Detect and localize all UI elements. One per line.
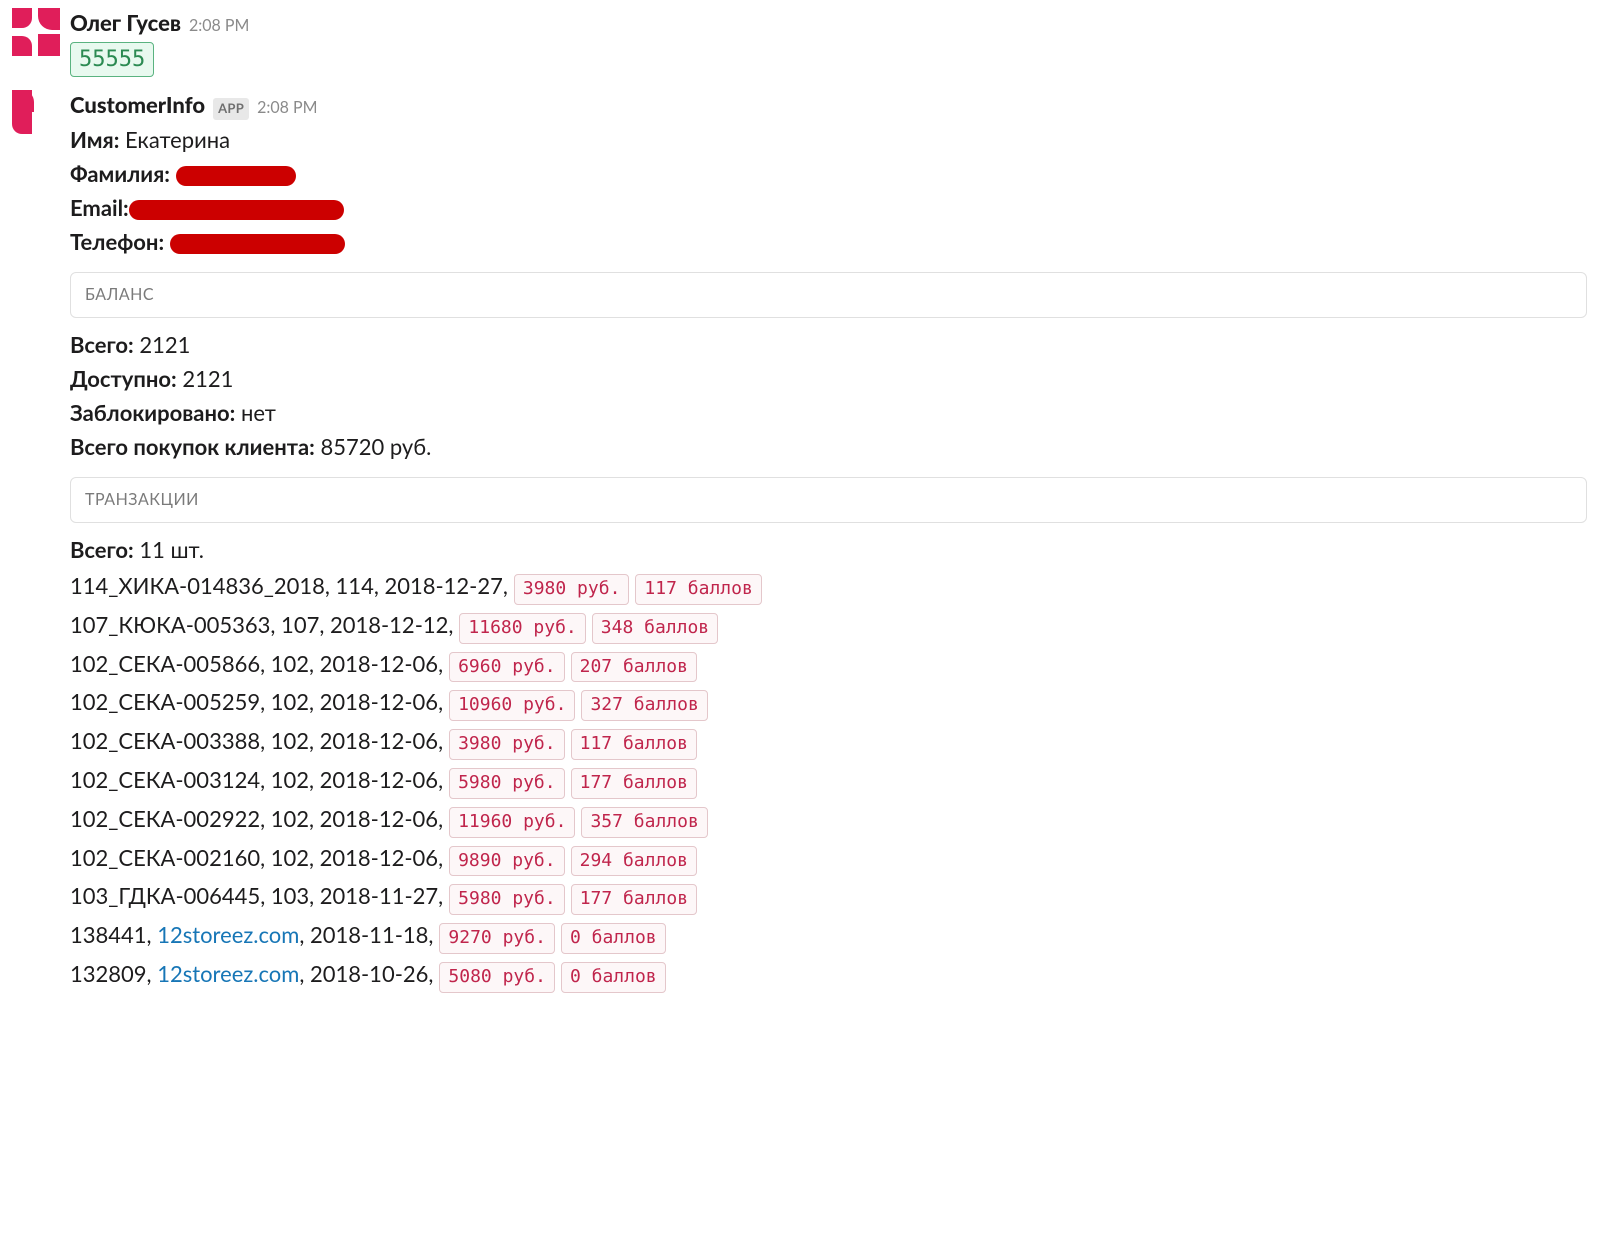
- price-tag: 3980 руб.: [449, 729, 565, 760]
- name-label: Имя:: [70, 126, 119, 153]
- tx-total-label: Всего:: [70, 536, 134, 563]
- avatar-gutter: [12, 6, 70, 78]
- price-tag: 9270 руб.: [439, 923, 555, 954]
- redacted-phone: [170, 234, 345, 254]
- price-tag: 5080 руб.: [439, 962, 555, 993]
- avatar-gutter: [12, 88, 70, 996]
- app-badge: APP: [213, 98, 249, 120]
- points-tag: 117 баллов: [635, 574, 761, 605]
- points-tag: 0 баллов: [561, 923, 666, 954]
- transaction-row: 102_СЕКА-002160, 102, 2018-12-06,9890 ру…: [70, 841, 1587, 877]
- tx-link[interactable]: 12storeez.com: [157, 960, 299, 987]
- transaction-row: 114_ХИКА-014836_2018, 114, 2018-12-27,39…: [70, 569, 1587, 605]
- available-value: 2121: [182, 365, 233, 392]
- name-value: Екатерина: [125, 126, 230, 153]
- blocked-value: нет: [241, 399, 276, 426]
- transaction-row: 103_ГДКА-006445, 103, 2018-11-27,5980 ру…: [70, 879, 1587, 915]
- total-label: Всего:: [70, 331, 134, 358]
- tx-text: 102_СЕКА-002160, 102, 2018-12-06,: [70, 844, 443, 871]
- tx-text: 114_ХИКА-014836_2018, 114, 2018-12-27,: [70, 572, 508, 599]
- transaction-row: 107_КЮКА-005363, 107, 2018-12-12,11680 р…: [70, 608, 1587, 644]
- email-label: Email:: [70, 194, 129, 221]
- tx-text: , 2018-10-26,: [299, 960, 433, 987]
- tx-total-value: 11 шт.: [139, 536, 204, 563]
- price-tag: 3980 руб.: [514, 574, 630, 605]
- transaction-row: 102_СЕКА-003388, 102, 2018-12-06,3980 ру…: [70, 724, 1587, 760]
- avatar[interactable]: [12, 90, 60, 138]
- points-tag: 207 баллов: [571, 652, 697, 683]
- transactions-heading: ТРАНЗАКЦИИ: [70, 477, 1587, 523]
- surname-label: Фамилия:: [70, 160, 170, 187]
- tx-text: 102_СЕКА-005866, 102, 2018-12-06,: [70, 650, 443, 677]
- tx-text: 102_СЕКА-003388, 102, 2018-12-06,: [70, 727, 443, 754]
- redacted-surname: [176, 166, 296, 186]
- tx-link[interactable]: 12storeez.com: [157, 921, 299, 948]
- message: Олег Гусев 2:08 PM 55555: [0, 0, 1599, 82]
- tx-text: 107_КЮКА-005363, 107, 2018-12-12,: [70, 611, 453, 638]
- code-snippet: 55555: [70, 42, 154, 77]
- total-value: 2121: [139, 331, 190, 358]
- points-tag: 327 баллов: [581, 690, 707, 721]
- purchases-value: 85720 руб.: [320, 433, 431, 460]
- tx-text: 132809,: [70, 960, 157, 987]
- points-tag: 0 баллов: [561, 962, 666, 993]
- phone-label: Телефон:: [70, 228, 164, 255]
- points-tag: 294 баллов: [571, 846, 697, 877]
- price-tag: 6960 руб.: [449, 652, 565, 683]
- price-tag: 11680 руб.: [459, 613, 585, 644]
- price-tag: 9890 руб.: [449, 846, 565, 877]
- available-label: Доступно:: [70, 365, 177, 392]
- tx-text: , 2018-11-18,: [299, 921, 433, 948]
- sender-name[interactable]: CustomerInfo: [70, 88, 205, 121]
- timestamp[interactable]: 2:08 PM: [257, 96, 317, 120]
- transaction-row: 138441, 12storeez.com, 2018-11-18,9270 р…: [70, 918, 1587, 954]
- tx-text: 138441,: [70, 921, 157, 948]
- message: CustomerInfo APP 2:08 PM Имя: Екатерина …: [0, 82, 1599, 1000]
- transaction-row: 102_СЕКА-003124, 102, 2018-12-06,5980 ру…: [70, 763, 1587, 799]
- transaction-row: 102_СЕКА-002922, 102, 2018-12-06,11960 р…: [70, 802, 1587, 838]
- sender-name[interactable]: Олег Гусев: [70, 6, 181, 39]
- points-tag: 177 баллов: [571, 884, 697, 915]
- tx-text: 102_СЕКА-003124, 102, 2018-12-06,: [70, 766, 443, 793]
- avatar[interactable]: [12, 8, 60, 56]
- redacted-email: [129, 200, 344, 220]
- blocked-label: Заблокировано:: [70, 399, 235, 426]
- tx-text: 102_СЕКА-005259, 102, 2018-12-06,: [70, 688, 443, 715]
- price-tag: 10960 руб.: [449, 690, 575, 721]
- purchases-label: Всего покупок клиента:: [70, 433, 315, 460]
- transaction-row: 102_СЕКА-005866, 102, 2018-12-06,6960 ру…: [70, 647, 1587, 683]
- points-tag: 357 баллов: [581, 807, 707, 838]
- transaction-row: 102_СЕКА-005259, 102, 2018-12-06,10960 р…: [70, 685, 1587, 721]
- points-tag: 177 баллов: [571, 768, 697, 799]
- timestamp[interactable]: 2:08 PM: [189, 14, 249, 38]
- points-tag: 348 баллов: [592, 613, 718, 644]
- price-tag: 5980 руб.: [449, 884, 565, 915]
- tx-text: 103_ГДКА-006445, 103, 2018-11-27,: [70, 882, 443, 909]
- points-tag: 117 баллов: [571, 729, 697, 760]
- price-tag: 11960 руб.: [449, 807, 575, 838]
- tx-text: 102_СЕКА-002922, 102, 2018-12-06,: [70, 805, 443, 832]
- balance-heading: БАЛАНС: [70, 272, 1587, 318]
- transaction-row: 132809, 12storeez.com, 2018-10-26,5080 р…: [70, 957, 1587, 993]
- price-tag: 5980 руб.: [449, 768, 565, 799]
